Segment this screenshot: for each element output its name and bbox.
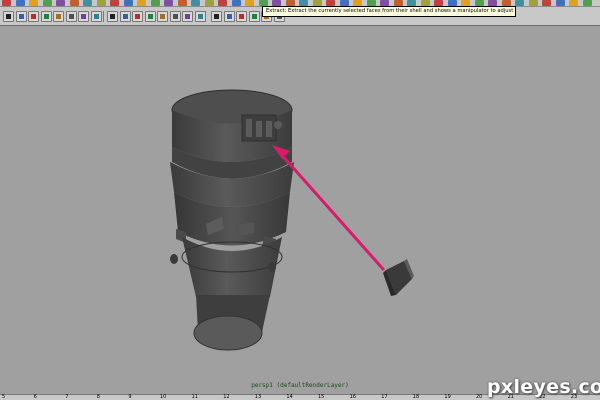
shelf-icon[interactable] xyxy=(177,0,187,6)
shelf-icon[interactable] xyxy=(42,0,52,6)
shelf-icon[interactable] xyxy=(110,0,119,6)
timeline-tick: 18 xyxy=(412,394,420,400)
panel-tool-button[interactable] xyxy=(65,11,77,22)
panel-tool-button[interactable] xyxy=(15,11,27,22)
cylinder-model[interactable] xyxy=(170,89,294,351)
timeline-tick: 14 xyxy=(286,394,293,400)
panel-tool-button[interactable] xyxy=(182,11,193,22)
timeline-tick: 20 xyxy=(476,394,483,400)
panel-tool-icon xyxy=(160,14,165,19)
shelf-icon[interactable] xyxy=(204,0,214,6)
timeline-tick: 13 xyxy=(254,394,262,400)
timeline-tick: 17 xyxy=(381,394,388,400)
timeline-tick: 12 xyxy=(223,394,230,400)
timeline-tick: 5 xyxy=(2,394,6,400)
panel-tool-icon xyxy=(147,14,153,19)
panel-tool-icon xyxy=(68,14,74,19)
panel-tool-button[interactable] xyxy=(169,11,181,22)
panel-tool-icon xyxy=(56,14,61,19)
timeline-tick: 11 xyxy=(191,394,198,400)
shelf-icon[interactable] xyxy=(137,0,146,6)
panel-tool-button[interactable] xyxy=(53,11,64,22)
panel-tool-icon xyxy=(172,14,178,19)
shelf-icon[interactable] xyxy=(582,0,592,6)
shelf-icon[interactable] xyxy=(515,0,524,6)
panel-tool-button[interactable] xyxy=(157,11,168,22)
panel-tool-icon xyxy=(31,14,36,19)
shelf-icon[interactable] xyxy=(15,0,25,6)
toolbar-separator xyxy=(103,11,104,22)
arrow-annotation-icon xyxy=(272,145,385,271)
shelf-icon[interactable] xyxy=(555,0,565,6)
panel-tool-icon xyxy=(185,14,190,19)
panel-tool-icon xyxy=(135,14,140,19)
shelf-icon[interactable] xyxy=(542,0,551,6)
panel-tool-button[interactable] xyxy=(90,11,102,22)
panel-tool-button[interactable] xyxy=(40,11,52,22)
panel-tool-button[interactable] xyxy=(144,11,156,22)
timeline-tick: 19 xyxy=(444,394,451,400)
timeline-tick: 15 xyxy=(318,394,325,400)
panel-tool-button[interactable] xyxy=(223,11,235,22)
panel-tool-icon xyxy=(18,14,24,19)
timeline-tick: 7 xyxy=(65,394,69,400)
panel-tool-button[interactable] xyxy=(248,11,260,22)
watermark-logo: pxleyes.com xyxy=(487,376,600,398)
panel-tool-button[interactable] xyxy=(194,11,206,22)
timeline-tick: 8 xyxy=(96,394,100,400)
viewport-persp[interactable] xyxy=(0,27,600,395)
shelf-icon[interactable] xyxy=(569,0,578,6)
panel-tool-icon xyxy=(81,14,86,19)
panel-tool-button[interactable] xyxy=(119,11,131,22)
shelf-icon[interactable] xyxy=(245,0,254,6)
viewport-scene[interactable] xyxy=(0,27,600,395)
shelf-icon[interactable] xyxy=(231,0,241,6)
panel-tool-button[interactable] xyxy=(78,11,89,22)
panel-tool-icon xyxy=(239,14,244,19)
panel-tool-icon xyxy=(93,14,99,19)
shelf-icon[interactable] xyxy=(528,0,538,6)
timeline-tick: 16 xyxy=(349,394,356,400)
panel-tool-icon xyxy=(251,14,257,19)
shelf-icon[interactable] xyxy=(164,0,173,6)
shelf-icon[interactable] xyxy=(96,0,106,6)
panel-tool-icon xyxy=(226,14,232,19)
extract-tooltip: Extract: Extract the currently selected … xyxy=(262,6,516,17)
shelf-icon[interactable] xyxy=(69,0,79,6)
shelf-icon[interactable] xyxy=(123,0,133,6)
timeline-tick: 9 xyxy=(128,394,132,400)
panel-tool-button[interactable] xyxy=(132,11,143,22)
extracted-face-block[interactable] xyxy=(383,259,414,296)
shelf-icon[interactable] xyxy=(2,0,11,6)
toolbar-separator xyxy=(205,11,206,22)
shelf-icon[interactable] xyxy=(218,0,227,6)
panel-tool-button[interactable] xyxy=(28,11,39,22)
timeline-tick: 10 xyxy=(160,394,167,400)
panel-tool-icon xyxy=(6,14,11,19)
shelf-icon[interactable] xyxy=(56,0,65,6)
panel-tool-icon xyxy=(214,14,219,19)
shelf-icon[interactable] xyxy=(150,0,160,6)
panel-tool-icon xyxy=(110,14,115,19)
panel-tool-button[interactable] xyxy=(107,11,118,22)
shelf-icon[interactable] xyxy=(29,0,38,6)
panel-tool-icon xyxy=(122,14,128,19)
panel-tool-icon xyxy=(197,14,203,19)
timeline-tick: 6 xyxy=(33,394,37,400)
shelf-icon[interactable] xyxy=(191,0,200,6)
panel-tool-button[interactable] xyxy=(236,11,247,22)
panel-tool-button[interactable] xyxy=(3,11,14,22)
shelf-icon[interactable] xyxy=(83,0,92,6)
panel-tool-icon xyxy=(43,14,49,19)
panel-tool-button[interactable] xyxy=(211,11,222,22)
